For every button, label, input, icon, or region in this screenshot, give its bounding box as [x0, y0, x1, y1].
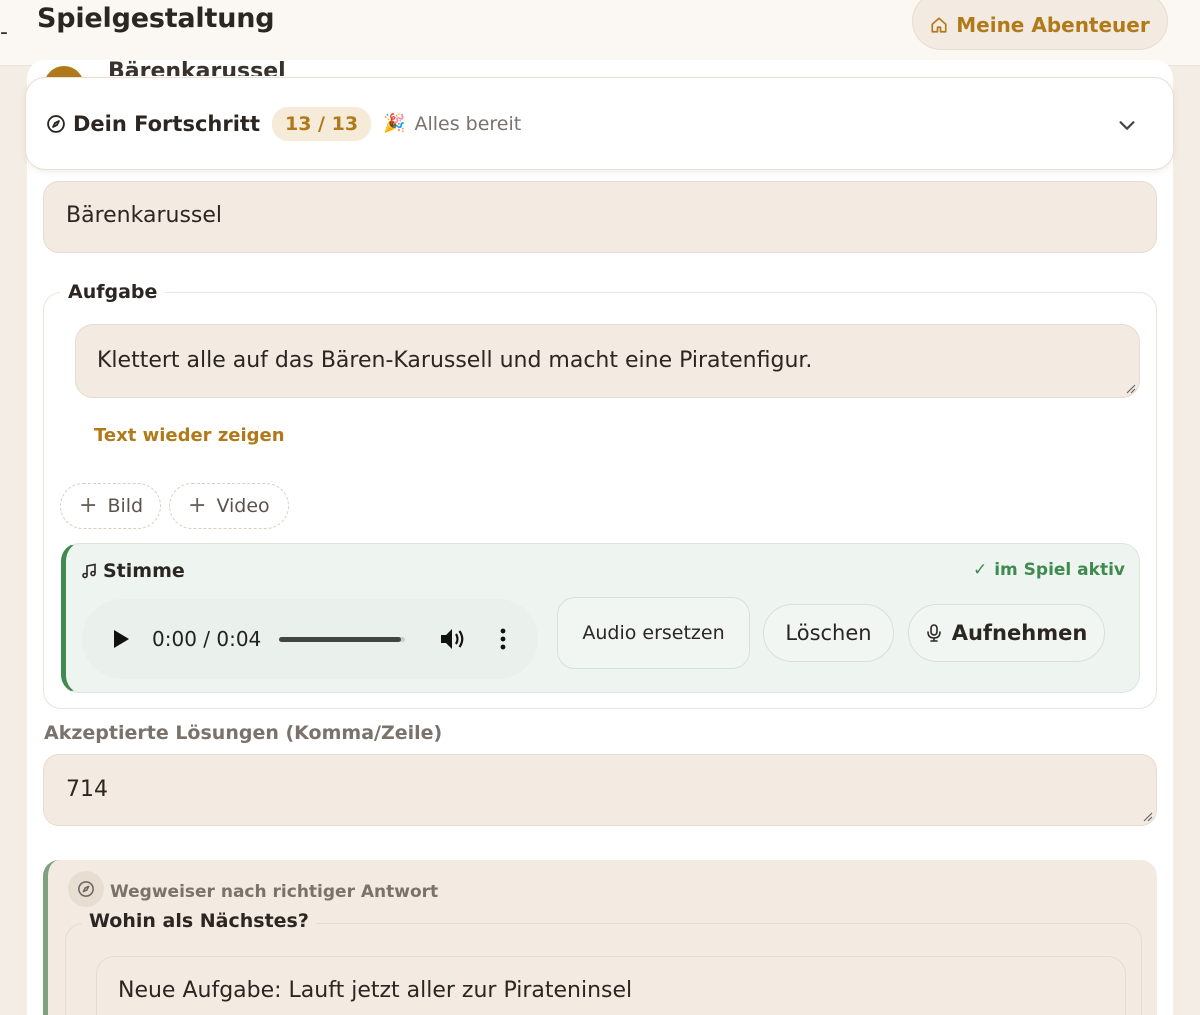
resize-grip-icon[interactable]: [1124, 382, 1136, 394]
active-status-label: im Spiel aktiv: [994, 560, 1125, 580]
add-video-label: Video: [216, 495, 270, 517]
station-heading: Bärenkarussel: [108, 59, 286, 76]
play-icon[interactable]: [112, 629, 130, 649]
resize-grip-icon[interactable]: [1141, 810, 1153, 822]
progress-title: Dein Fortschritt: [73, 111, 260, 136]
voice-title-label: Stimme: [103, 560, 185, 582]
add-image-label: Bild: [107, 495, 144, 517]
guide-icon-badge: [68, 871, 104, 907]
solutions-textarea[interactable]: 714: [43, 754, 1157, 826]
record-button[interactable]: Aufnehmen: [908, 604, 1105, 662]
active-status: ✓ im Spiel aktiv: [973, 560, 1125, 580]
progress-panel[interactable]: Dein Fortschritt 13 / 13 🎉 Alles bereit: [25, 77, 1174, 170]
check-icon: ✓: [972, 560, 988, 580]
my-adventures-button[interactable]: Meine Abenteuer: [912, 0, 1168, 50]
next-step-legend: Wohin als Nächstes?: [82, 910, 316, 932]
audio-player[interactable]: 0:00 / 0:04: [82, 599, 538, 679]
replace-audio-label: Audio ersetzen: [582, 622, 725, 644]
guide-label: Wegweiser nach richtiger Antwort: [110, 882, 439, 902]
replace-audio-button[interactable]: Audio ersetzen: [557, 597, 750, 669]
plus-icon: +: [188, 493, 207, 518]
record-label: Aufnehmen: [951, 621, 1088, 645]
audio-progress-track[interactable]: [279, 637, 405, 642]
station-name-input[interactable]: Bärenkarussel: [43, 181, 1157, 253]
plus-icon: +: [79, 493, 98, 518]
voice-panel: Stimme ✓ im Spiel aktiv 0:00 / 0:04 Audi…: [61, 543, 1140, 693]
solutions-value: 714: [66, 777, 108, 802]
task-textarea[interactable]: Klettert alle auf das Bären-Karussell un…: [75, 324, 1140, 398]
next-step-textarea[interactable]: Neue Aufgabe: Lauft jetzt aller zur Pira…: [96, 956, 1126, 1015]
compass-icon: [47, 114, 65, 133]
volume-icon[interactable]: [439, 626, 467, 652]
add-image-button[interactable]: + Bild: [60, 483, 161, 529]
task-legend: Aufgabe: [60, 281, 166, 303]
show-text-link[interactable]: Text wieder zeigen: [94, 425, 285, 446]
solutions-label: Akzeptierte Lösungen (Komma/Zeile): [44, 722, 443, 744]
party-icon: 🎉: [383, 113, 406, 134]
chevron-down-icon[interactable]: [1116, 114, 1138, 136]
page-title: Spielgestaltung: [37, 3, 275, 34]
back-dash[interactable]: -: [0, 20, 8, 45]
voice-title: Stimme: [81, 560, 185, 582]
delete-audio-button[interactable]: Löschen: [763, 604, 894, 662]
progress-status: Alles bereit: [414, 112, 522, 135]
audio-time: 0:00 / 0:04: [152, 627, 262, 651]
compass-icon: [78, 881, 94, 897]
my-adventures-label: Meine Abenteuer: [956, 13, 1150, 37]
home-icon: [931, 17, 947, 33]
microphone-icon: [926, 624, 941, 642]
task-text: Klettert alle auf das Bären-Karussell un…: [97, 348, 813, 373]
music-note-icon: [82, 563, 96, 579]
add-video-button[interactable]: + Video: [169, 483, 289, 529]
progress-count-badge: 13 / 13: [271, 106, 372, 141]
delete-audio-label: Löschen: [785, 621, 872, 645]
more-options-icon[interactable]: [499, 627, 507, 651]
